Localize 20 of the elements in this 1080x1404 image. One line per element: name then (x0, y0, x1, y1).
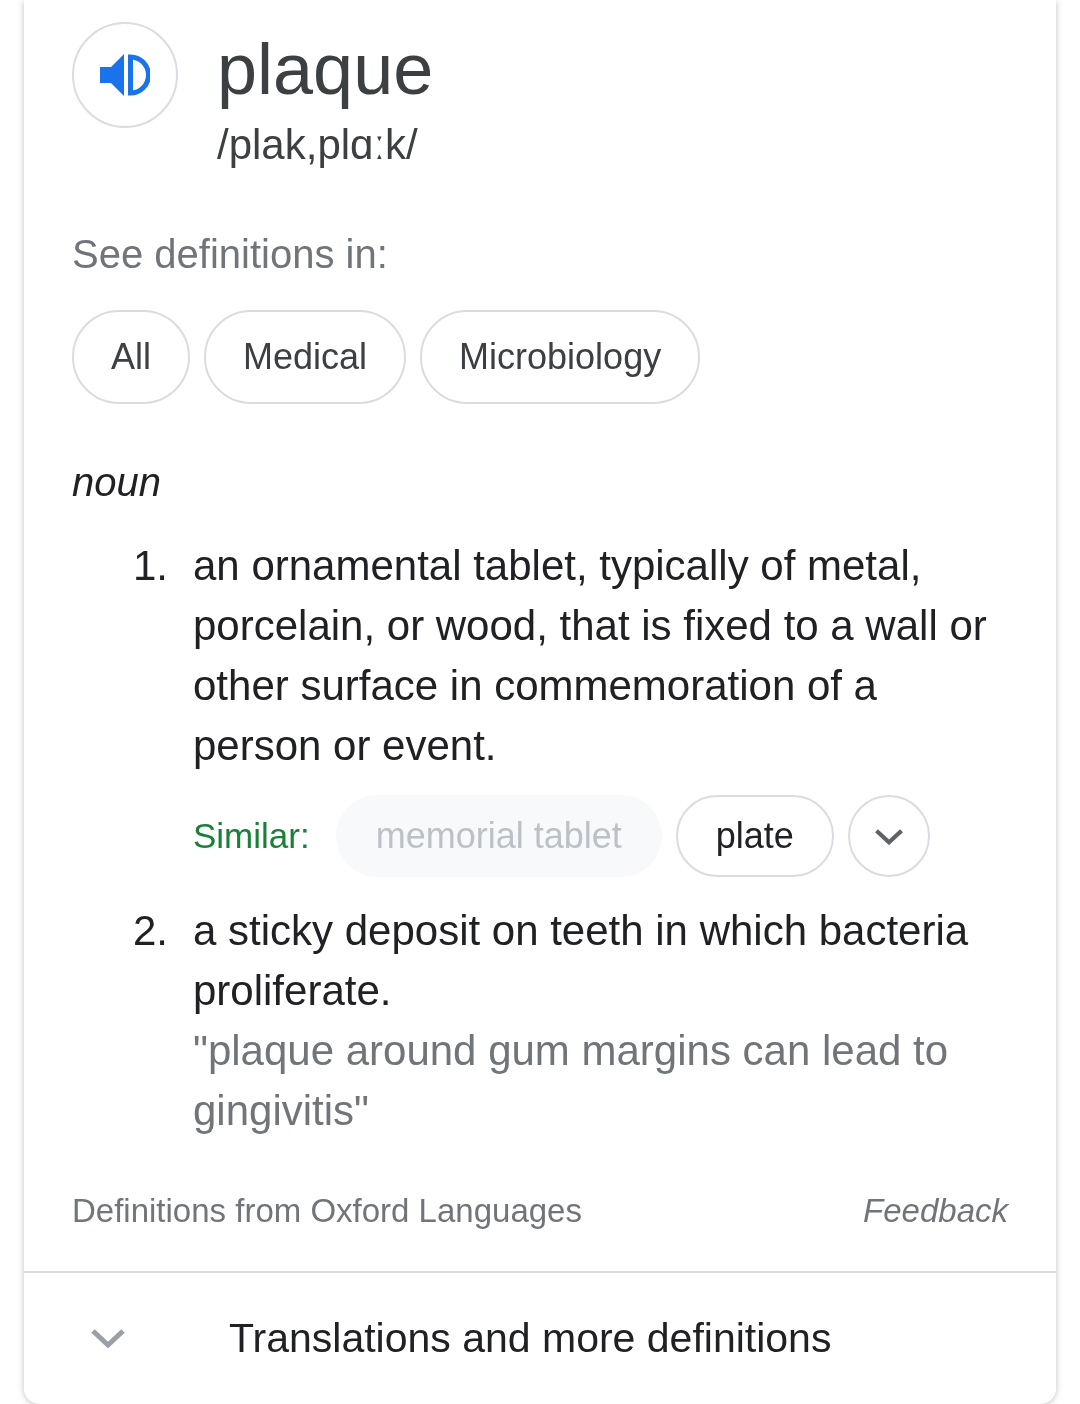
category-chip[interactable]: All (72, 310, 190, 404)
definition-text: a sticky deposit on teeth in which bacteria proliferate. (193, 906, 970, 1016)
category-chip[interactable]: Microbiology (420, 310, 701, 404)
synonym-chip: memorial tablet (335, 795, 662, 877)
chevron-icon (873, 827, 904, 845)
part-of-speech: noun (72, 459, 161, 506)
synonym-chip[interactable]: plate (675, 795, 834, 877)
list-number: 2. (133, 906, 170, 956)
category-chip[interactable]: Medical (204, 310, 407, 404)
similar-label: Similar: (193, 816, 310, 856)
feedback-link[interactable]: Feedback (863, 1191, 1008, 1231)
see-definitions-label: See definitions in: (72, 231, 388, 278)
example-sentence: "plaque around gum margins can lead to gingivitis" (193, 1026, 950, 1136)
more-definitions-toggle[interactable]: Translations and more definitions (24, 1273, 1056, 1403)
definition-text: an ornamental tablet, typically of metal, porcelain, or wood, that is fixed to a wall or other surface in commemoration of a person or event. (193, 541, 988, 771)
source-attribution: Definitions from Oxford Languages (72, 1191, 582, 1231)
list-number: 1. (133, 541, 170, 591)
speaker-icon (100, 51, 150, 99)
phonetic-spelling: /plak,plɑːk/ (217, 120, 418, 170)
headword: plaque (217, 29, 434, 109)
